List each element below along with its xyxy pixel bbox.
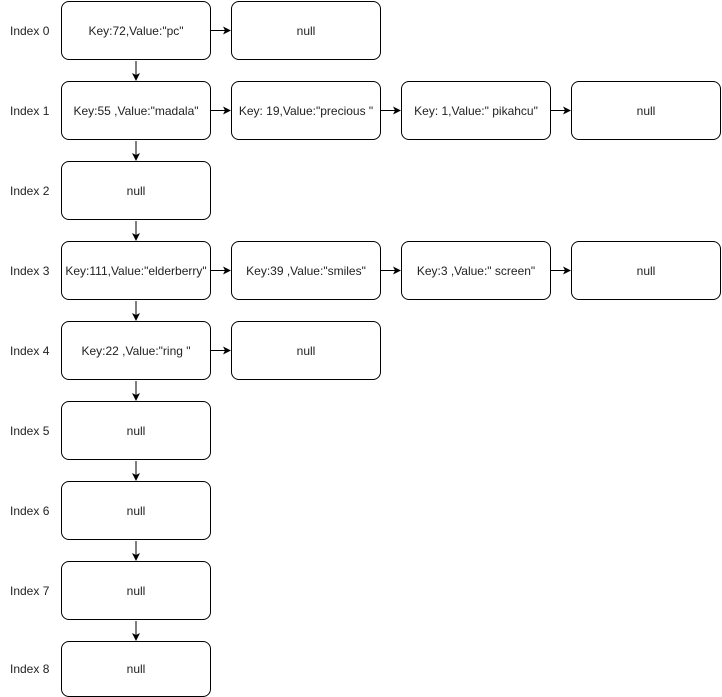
null-node: null — [61, 481, 211, 540]
entry-node: Key:3 ,Value:" screen" — [401, 241, 551, 300]
index-label: Index 2 — [10, 183, 50, 198]
null-node: null — [61, 561, 211, 620]
index-label: Index 7 — [10, 583, 50, 598]
entry-node: Key:111,Value:"elderberry" — [61, 241, 211, 300]
index-label: Index 5 — [10, 423, 50, 438]
entry-node: Key:39 ,Value:"smiles" — [231, 241, 381, 300]
null-node: null — [571, 241, 721, 300]
null-node: null — [61, 641, 211, 697]
index-label: Index 4 — [10, 343, 50, 358]
null-node: null — [61, 161, 211, 220]
entry-node: Key:55 ,Value:"madala" — [61, 81, 211, 140]
entry-node: Key: 1,Value:" pikahcu" — [401, 81, 551, 140]
entry-node: Key:22 ,Value:"ring " — [61, 321, 211, 380]
entry-node: Key: 19,Value:"precious " — [231, 81, 381, 140]
entry-node: Key:72,Value:"pc" — [61, 1, 211, 60]
index-label: Index 0 — [10, 23, 50, 38]
hash-table-diagram: Index 0 Key:72,Value:"pc" null Index 1 Key:5… — [0, 0, 722, 697]
null-node: null — [571, 81, 721, 140]
index-label: Index 6 — [10, 503, 50, 518]
null-node: null — [61, 401, 211, 460]
index-label: Index 1 — [10, 103, 50, 118]
index-label: Index 8 — [10, 662, 50, 676]
index-label: Index 3 — [10, 263, 50, 278]
null-node: null — [231, 321, 381, 380]
null-node: null — [231, 1, 381, 60]
